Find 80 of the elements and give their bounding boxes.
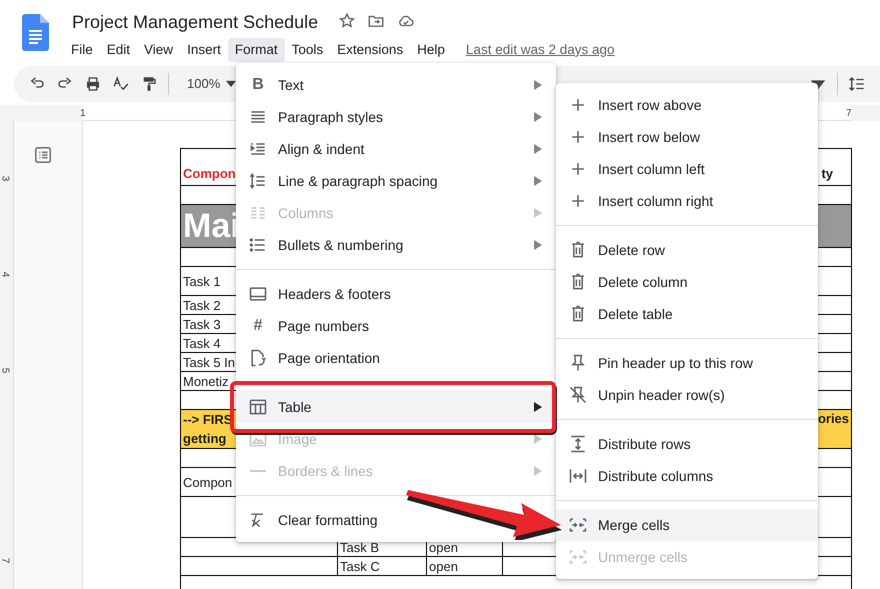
menu-item-label: Unmerge cells xyxy=(598,548,688,567)
menu-item-label: Unpin header row(s) xyxy=(598,386,725,405)
table-cell-text: Task 1 xyxy=(183,274,221,288)
menu-item[interactable]: Delete column xyxy=(556,266,818,298)
menu-item[interactable]: Edit xyxy=(100,38,138,62)
table-cell-text: open xyxy=(429,540,458,554)
ruler-number: 4 xyxy=(0,272,12,278)
menu-item[interactable]: Format xyxy=(228,38,285,62)
ruler-number: 7 xyxy=(0,558,12,564)
menu-item[interactable]: # Page numbers xyxy=(236,310,556,342)
menu-item[interactable]: Help xyxy=(410,38,452,62)
menu-item-label: Columns xyxy=(278,204,334,222)
item-icon: B xyxy=(252,73,264,97)
menu-item-label: Borders & lines xyxy=(278,462,373,480)
menu-item-label: Bullets & numbering xyxy=(278,236,404,255)
menu-item-label: Line & paragraph spacing xyxy=(278,172,438,191)
table-cell-text: getting xyxy=(183,430,226,448)
menu-item-label: Delete row xyxy=(598,240,665,260)
table-cell-text: ories xyxy=(818,411,850,426)
table-cell-text: Task 3 xyxy=(183,316,221,332)
last-edit-link[interactable]: Last edit was 2 days ago xyxy=(466,40,615,60)
table-cell-text: Task 5 In xyxy=(183,354,236,370)
zoom-select[interactable]: 100% xyxy=(187,74,220,94)
table-cell-text: Task C xyxy=(340,558,380,574)
item-icon: # xyxy=(254,314,262,338)
menu-item[interactable]: Distribute rows xyxy=(556,428,818,460)
menu-item-label: Distribute rows xyxy=(598,434,691,454)
table-cell-text: Compon xyxy=(183,166,236,181)
menu-item-label: Paragraph styles xyxy=(278,108,384,127)
ruler-number: 1 xyxy=(80,107,86,121)
table-cell-text: open xyxy=(429,558,458,574)
menu-item[interactable]: Merge cells xyxy=(556,509,818,541)
menu-item[interactable]: Delete table xyxy=(556,298,818,330)
document-title[interactable]: Project Management Schedule xyxy=(72,10,318,34)
menu-item-label: Insert column right xyxy=(598,192,714,211)
menu-item[interactable]: Unpin header row(s) xyxy=(556,379,818,411)
menu-item-label: Text xyxy=(278,76,304,94)
menu-item[interactable]: Distribute columns xyxy=(556,460,818,492)
table-cell-text: Monetiz xyxy=(183,374,229,388)
menu-item-label: Insert row above xyxy=(598,96,702,114)
menu-item-label: Clear formatting xyxy=(278,510,378,530)
table-cell-text: ty xyxy=(821,166,834,181)
menu-item[interactable]: File xyxy=(64,38,100,62)
ruler-number: 3 xyxy=(0,176,12,182)
menu-item-label: Table xyxy=(278,398,312,416)
menu-item[interactable]: B Text xyxy=(236,69,556,101)
table-cell-text: Task B xyxy=(340,540,380,554)
menu-item[interactable]: Insert xyxy=(180,38,228,62)
menu-item-label: Distribute columns xyxy=(598,466,714,486)
menu-item[interactable]: Pin header up to this row xyxy=(556,347,818,379)
menu-item-label: Merge cells xyxy=(598,516,670,535)
menu-item[interactable]: Paragraph styles xyxy=(236,101,556,133)
menu-item[interactable]: Insert row above xyxy=(556,89,818,121)
menu-item[interactable]: View xyxy=(137,38,180,62)
menu-item-label: Delete column xyxy=(598,272,688,292)
table-cell-text: Task 2 xyxy=(183,298,221,312)
menu-item-label: Align & indent xyxy=(278,140,364,159)
menu-item-label: Insert column left xyxy=(598,160,705,178)
ruler-number: 5 xyxy=(0,368,12,374)
menu-item-label: Image xyxy=(278,430,317,449)
menu-item[interactable]: Page orientation xyxy=(236,342,556,374)
menu-item-label: Headers & footers xyxy=(278,284,391,304)
menu-item[interactable]: Clear formatting xyxy=(236,504,556,536)
menu-item-label: Delete table xyxy=(598,304,673,324)
table-cell-text: Task 4 xyxy=(183,336,221,350)
menu-item[interactable]: Tools xyxy=(284,38,330,62)
menu-item-label: Page orientation xyxy=(278,348,380,368)
menu-item[interactable]: Delete row xyxy=(556,234,818,266)
menu-item-label: Pin header up to this row xyxy=(598,354,753,373)
menu-item[interactable]: Align & indent xyxy=(236,133,556,165)
menu-item-label: Insert row below xyxy=(598,128,700,146)
menu-item[interactable]: Insert row below xyxy=(556,121,818,153)
menu-item[interactable]: Headers & footers xyxy=(236,278,556,310)
ruler-number: 7 xyxy=(846,107,852,121)
table-cell-text: Compon xyxy=(183,474,232,490)
menu-item[interactable]: Line & paragraph spacing xyxy=(236,165,556,197)
menu-item[interactable]: Insert column left xyxy=(556,153,818,185)
menu-item[interactable]: Extensions xyxy=(330,38,410,62)
menu-item-label: Page numbers xyxy=(278,316,370,336)
menu-item[interactable]: Insert column right xyxy=(556,185,818,217)
